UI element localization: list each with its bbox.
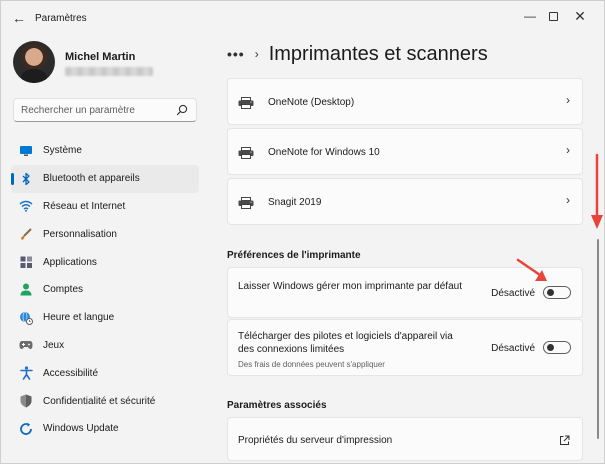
sidebar-item-applications[interactable]: Applications bbox=[11, 248, 199, 276]
sidebar-item-label: Bluetooth et appareils bbox=[43, 173, 140, 185]
pref-subtext: Des frais de données peuvent s'appliquer bbox=[238, 360, 385, 369]
bluetooth-icon bbox=[19, 172, 33, 186]
toggle-state-label: Désactivé bbox=[491, 288, 535, 299]
sidebar-item-label: Heure et langue bbox=[43, 312, 115, 324]
printer-icon bbox=[238, 97, 254, 109]
sidebar-item-confidentialite[interactable]: Confidentialité et sécurité bbox=[11, 387, 199, 415]
sidebar-item-label: Personnalisation bbox=[43, 228, 117, 240]
brush-icon bbox=[19, 227, 33, 241]
chevron-right-icon: › bbox=[566, 143, 570, 157]
toggle-knob bbox=[547, 344, 554, 351]
shield-icon bbox=[19, 394, 33, 408]
pref-text-block: Télécharger des pilotes et logiciels d'a… bbox=[238, 330, 468, 371]
sidebar-item-accessibilite[interactable]: Accessibilité bbox=[11, 359, 199, 387]
settings-window: ← Paramètres — ✕ Michel Martin Recherche… bbox=[0, 0, 605, 464]
device-card-snagit[interactable]: Snagit 2019 › bbox=[227, 178, 583, 225]
maximize-icon bbox=[548, 12, 558, 22]
avatar bbox=[13, 41, 55, 83]
default-printer-toggle[interactable] bbox=[543, 286, 571, 299]
sidebar-item-label: Système bbox=[43, 145, 82, 157]
breadcrumb: ••• › Imprimantes et scanners bbox=[227, 41, 488, 67]
gamepad-icon bbox=[19, 338, 33, 352]
close-button[interactable]: ✕ bbox=[570, 7, 590, 25]
page-title: Imprimantes et scanners bbox=[268, 42, 488, 65]
user-profile[interactable]: Michel Martin bbox=[13, 41, 213, 85]
minimize-button[interactable]: — bbox=[520, 7, 540, 25]
sidebar-item-label: Comptes bbox=[43, 284, 84, 296]
sidebar-item-comptes[interactable]: Comptes bbox=[11, 276, 199, 304]
update-icon bbox=[19, 422, 33, 436]
toggle-state-label: Désactivé bbox=[491, 343, 535, 354]
section-title-related: Paramètres associés bbox=[227, 400, 327, 411]
sidebar-item-label: Jeux bbox=[43, 339, 65, 351]
accessibility-icon bbox=[19, 366, 33, 381]
sidebar-item-label: Accessibilité bbox=[43, 367, 99, 379]
annotation-arrow-down-icon bbox=[591, 153, 603, 229]
maximize-button[interactable] bbox=[543, 7, 563, 25]
sidebar-nav: Système Bluetooth et appareils Réseau et… bbox=[11, 137, 199, 443]
sidebar-item-label: Confidentialité et sécurité bbox=[43, 395, 156, 407]
printer-icon bbox=[238, 147, 254, 159]
device-card-onenote-win10[interactable]: OneNote for Windows 10 › bbox=[227, 128, 583, 175]
toggle-knob bbox=[547, 289, 554, 296]
sidebar-item-heure-langue[interactable]: Heure et langue bbox=[11, 304, 199, 332]
sidebar-item-label: Réseau et Internet bbox=[43, 200, 126, 212]
scrollbar-thumb[interactable] bbox=[597, 239, 599, 439]
breadcrumb-overflow-button[interactable]: ••• bbox=[227, 46, 245, 62]
pref-text: Laisser Windows gérer mon imprimante par… bbox=[238, 281, 462, 292]
sidebar-item-windows-update[interactable]: Windows Update bbox=[11, 415, 199, 443]
device-card-onenote-desktop[interactable]: OneNote (Desktop) › bbox=[227, 78, 583, 125]
related-print-server-properties[interactable]: Propriétés du serveur d'impression bbox=[227, 417, 583, 461]
sidebar-item-reseau[interactable]: Réseau et Internet bbox=[11, 193, 199, 221]
globe-clock-icon bbox=[19, 311, 33, 325]
person-icon bbox=[19, 283, 33, 297]
profile-name: Michel Martin bbox=[65, 51, 136, 63]
pref-card-metered-downloads: Télécharger des pilotes et logiciels d'a… bbox=[227, 319, 583, 376]
device-name: Snagit 2019 bbox=[268, 197, 322, 208]
device-name: OneNote (Desktop) bbox=[268, 97, 355, 108]
chevron-right-icon: › bbox=[254, 47, 259, 61]
external-link-icon bbox=[560, 435, 570, 445]
printer-icon bbox=[238, 197, 254, 209]
monitor-icon bbox=[19, 144, 33, 158]
pref-text: Télécharger des pilotes et logiciels d'a… bbox=[238, 331, 453, 355]
wifi-icon bbox=[19, 199, 33, 213]
annotation-arrow-diagonal-icon bbox=[516, 258, 547, 281]
sidebar-item-personnalisation[interactable]: Personnalisation bbox=[11, 220, 199, 248]
title-bar: ← Paramètres — ✕ bbox=[1, 1, 604, 35]
search-input[interactable]: Rechercher un paramètre bbox=[13, 98, 197, 122]
sidebar-item-bluetooth[interactable]: Bluetooth et appareils bbox=[11, 164, 199, 193]
window-title: Paramètres bbox=[35, 13, 87, 24]
chevron-right-icon: › bbox=[566, 93, 570, 107]
sidebar-item-label: Applications bbox=[43, 256, 97, 268]
related-item-label: Propriétés du serveur d'impression bbox=[238, 435, 393, 446]
chevron-right-icon: › bbox=[566, 193, 570, 207]
sidebar-item-jeux[interactable]: Jeux bbox=[11, 332, 199, 360]
sidebar-item-label: Windows Update bbox=[43, 423, 119, 435]
search-icon bbox=[176, 104, 188, 116]
sidebar-item-systeme[interactable]: Système bbox=[11, 137, 199, 165]
profile-email-blurred bbox=[65, 67, 153, 76]
section-title-printer-prefs: Préférences de l'imprimante bbox=[227, 250, 361, 261]
back-arrow-icon[interactable]: ← bbox=[11, 10, 27, 26]
metered-downloads-toggle[interactable] bbox=[543, 341, 571, 354]
search-placeholder: Rechercher un paramètre bbox=[21, 105, 135, 116]
device-name: OneNote for Windows 10 bbox=[268, 147, 380, 158]
apps-icon bbox=[19, 255, 33, 269]
